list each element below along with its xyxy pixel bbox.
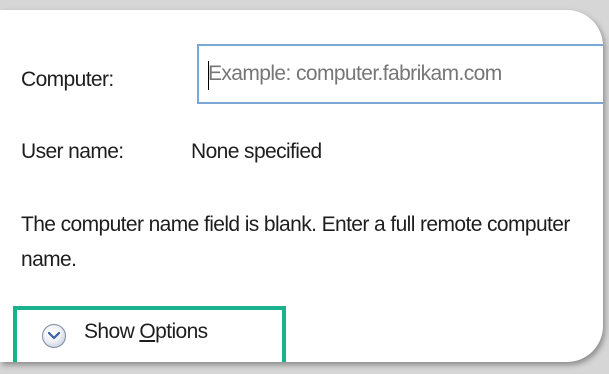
- validation-message: The computer name field is blank. Enter …: [21, 213, 570, 271]
- user-name-label: User name:: [21, 140, 124, 163]
- show-options-suffix: ptions: [155, 320, 208, 343]
- remote-desktop-connection-panel: Computer: User name: None specified The …: [0, 10, 603, 362]
- text-caret: [208, 61, 209, 90]
- show-options-label: Show Options: [84, 320, 208, 344]
- chevron-down-icon[interactable]: [42, 324, 66, 348]
- computer-field[interactable]: [197, 44, 603, 104]
- show-options-prefix: Show: [84, 320, 140, 343]
- computer-label: Computer:: [21, 68, 114, 91]
- show-options-button[interactable]: Show Options: [13, 306, 286, 362]
- user-name-value: None specified: [191, 140, 322, 163]
- show-options-accelerator: O: [139, 320, 156, 343]
- screenshot-stage: Computer: User name: None specified The …: [0, 0, 609, 374]
- computer-input[interactable]: [199, 46, 603, 102]
